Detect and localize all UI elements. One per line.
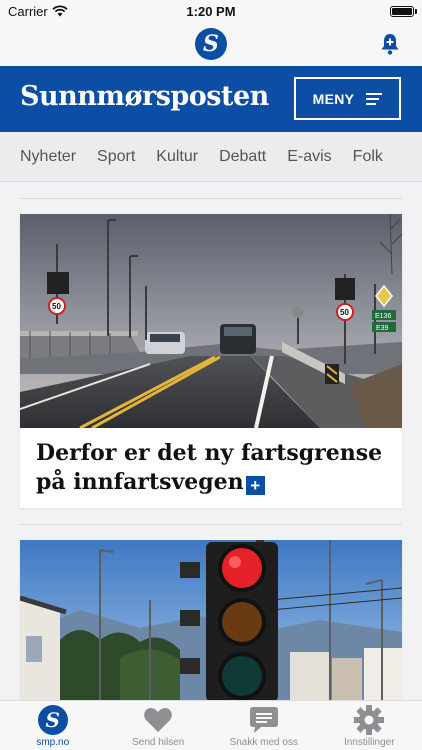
section-tabs: Nyheter Sport Kultur Debatt E-avis Folk bbox=[0, 132, 422, 182]
feed-divider bbox=[20, 524, 402, 525]
bottom-tab-label: smp.no bbox=[36, 737, 70, 748]
bottom-tab-innstillinger[interactable]: Innstillinger bbox=[317, 701, 422, 750]
bottom-tab-smp[interactable]: S smp.no bbox=[0, 701, 106, 750]
article-headline[interactable]: Derfor er det ny fartsgrense på innfarts… bbox=[20, 428, 402, 497]
bell-plus-icon[interactable] bbox=[379, 32, 401, 56]
article-card[interactable]: 50 50 E136 E39 Derfor er det ny fartsgre… bbox=[20, 214, 402, 508]
tab-nyheter[interactable]: Nyheter bbox=[20, 148, 76, 166]
status-time: 1:20 PM bbox=[186, 3, 236, 19]
app-top-bar: S bbox=[0, 22, 422, 66]
smp-logo-icon[interactable]: S bbox=[195, 28, 227, 60]
tab-debatt[interactable]: Debatt bbox=[219, 148, 266, 166]
bottom-tab-label: Snakk med oss bbox=[229, 737, 298, 748]
article-card[interactable] bbox=[20, 540, 402, 700]
road-bridge-photo: 50 50 E136 E39 bbox=[20, 214, 402, 428]
premium-plus-icon: + bbox=[245, 476, 265, 495]
brand-header: Sunnmørsposten MENY bbox=[0, 66, 422, 132]
svg-text:50: 50 bbox=[340, 308, 349, 317]
traffic-light-photo bbox=[20, 540, 402, 700]
gear-icon bbox=[353, 705, 385, 735]
battery-fill bbox=[392, 7, 412, 15]
battery-icon bbox=[390, 5, 417, 17]
article-headline-text: Derfor er det ny fartsgrense på innfarts… bbox=[36, 440, 383, 495]
menu-label: MENY bbox=[312, 90, 355, 107]
svg-text:E39: E39 bbox=[376, 325, 389, 332]
smp-logo-icon: S bbox=[37, 705, 69, 735]
svg-text:E136: E136 bbox=[375, 313, 391, 320]
feed-divider bbox=[20, 198, 402, 199]
bottom-tab-snakk-med-oss[interactable]: Snakk med oss bbox=[211, 701, 317, 750]
heart-icon bbox=[142, 705, 174, 735]
chat-bubble-icon bbox=[248, 705, 280, 735]
bottom-tab-label: Innstillinger bbox=[343, 737, 395, 748]
bottom-tab-bar: S smp.no Send hilsen Snakk med oss Innst… bbox=[0, 700, 422, 750]
bottom-tab-label: Send hilsen bbox=[132, 737, 185, 748]
tab-sport[interactable]: Sport bbox=[97, 148, 135, 166]
tab-folk[interactable]: Folk bbox=[353, 148, 383, 166]
app-screen: Carrier 1:20 PM S Sunnmørsposten MENY Ny… bbox=[0, 0, 422, 750]
menu-button[interactable]: MENY bbox=[294, 77, 401, 120]
tab-kultur[interactable]: Kultur bbox=[156, 148, 198, 166]
bottom-tab-send-hilsen[interactable]: Send hilsen bbox=[106, 701, 212, 750]
tab-e-avis[interactable]: E-avis bbox=[287, 148, 331, 166]
svg-text:50: 50 bbox=[52, 302, 61, 311]
menu-lines-icon bbox=[366, 92, 383, 105]
status-bar: Carrier 1:20 PM bbox=[0, 0, 422, 22]
site-wordmark[interactable]: Sunnmørsposten bbox=[20, 81, 269, 112]
